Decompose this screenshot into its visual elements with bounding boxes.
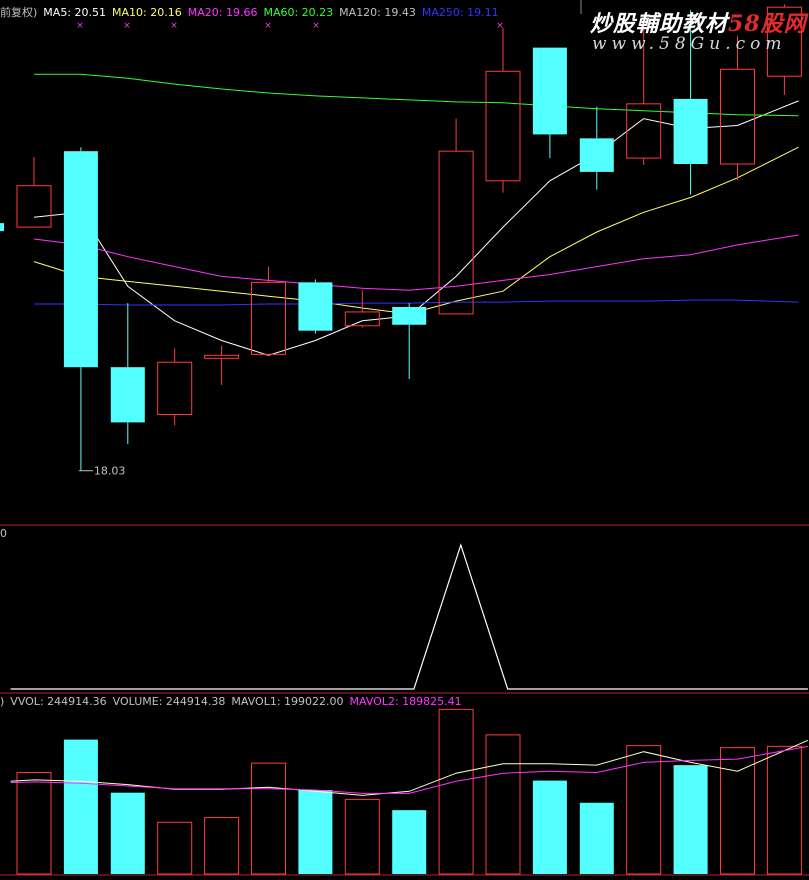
ma-legend: MA5: 20.51 MA10: 20.16 MA20: 19.66 MA60: 20…	[43, 6, 504, 19]
volume-bar	[532, 780, 567, 874]
candle-body	[204, 354, 240, 359]
candle-body	[344, 311, 380, 327]
ma-marker-4: ×	[312, 21, 320, 31]
volume-bar	[204, 817, 240, 875]
low-annotation-label: 18.03	[94, 465, 126, 478]
candle-body	[16, 185, 52, 228]
volume-bar	[766, 745, 802, 875]
ma-legend-item-1: MA10: 20.16	[112, 6, 182, 19]
ma-legend-item-4: MA120: 19.43	[339, 6, 416, 19]
candle-body	[392, 307, 427, 325]
volume-bar	[251, 762, 286, 875]
volume-bar	[16, 772, 52, 875]
candle-body	[579, 138, 614, 172]
vol-legend-item-2: MAVOL1: 199022.00	[231, 695, 344, 708]
indicator-legend: 0	[0, 527, 13, 540]
ma-legend-item-5: MA250: 19.11	[421, 6, 499, 19]
candle-body	[720, 68, 755, 165]
volume-bar	[673, 765, 708, 874]
volume-bar	[110, 792, 145, 874]
volume-bar	[579, 802, 614, 874]
candle-body	[673, 98, 708, 164]
candle-body	[438, 150, 474, 315]
candle-body	[251, 281, 286, 355]
vol-legend-item-0: VVOL: 244914.36	[10, 695, 107, 708]
price-legend: 前复权) MA5: 20.51 MA10: 20.16 MA20: 19.66 MA60…	[0, 6, 511, 19]
ma-marker-2: ×	[170, 21, 178, 31]
candle-body	[626, 103, 662, 159]
stock-chart: × × × × × × 18.03 前复权) MA5: 20.51 MA10: 20.16 MA2…	[0, 0, 809, 877]
volume-bar	[720, 747, 755, 875]
vol-legend-item-3: MAVOL2: 189825.41	[349, 695, 462, 708]
ma-line-ma250	[34, 299, 799, 306]
volume-bar	[485, 734, 521, 875]
volume-bar	[344, 798, 380, 875]
candle-body	[298, 282, 333, 331]
ma-line-ma10	[33, 146, 799, 315]
indicator-legend-prefix: 0	[0, 527, 7, 540]
indicator-line	[10, 543, 808, 690]
ma-legend-item-0: MA5: 20.51	[43, 6, 107, 19]
candle-body	[110, 367, 145, 423]
vol-legend: VVOL: 244914.36 VOLUME: 244914.38 MAVOL1: …	[10, 695, 467, 708]
candle-body	[485, 70, 521, 182]
candle-body	[532, 47, 567, 135]
volume-bar	[438, 708, 474, 875]
ma-marker-0: ×	[76, 21, 84, 31]
vol-legend-item-1: VOLUME: 244914.38	[112, 695, 226, 708]
ma-legend-item-2: MA20: 19.66	[187, 6, 258, 19]
volume-bar	[392, 810, 427, 874]
volume-bar	[298, 790, 333, 874]
candle-body	[63, 151, 98, 368]
watermark-url: www.58Gu.com	[592, 34, 787, 54]
left-edge-marker	[0, 223, 4, 232]
volume-legend: ) VVOL: 244914.36 VOLUME: 244914.38 MAVOL1:…	[0, 695, 474, 708]
ma-marker-1: ×	[123, 21, 131, 31]
chart-canvas: × × × × × ×18.03	[0, 0, 809, 876]
candle-body	[157, 361, 193, 416]
volume-legend-prefix: )	[0, 695, 5, 708]
price-legend-prefix: 前复权)	[0, 6, 38, 19]
volume-bar	[157, 821, 193, 875]
volume-bar	[63, 739, 98, 874]
ma-legend-item-3: MA60: 20.23	[263, 6, 334, 19]
ma-line-ma20	[33, 234, 799, 291]
ma-marker-3: ×	[264, 21, 272, 31]
